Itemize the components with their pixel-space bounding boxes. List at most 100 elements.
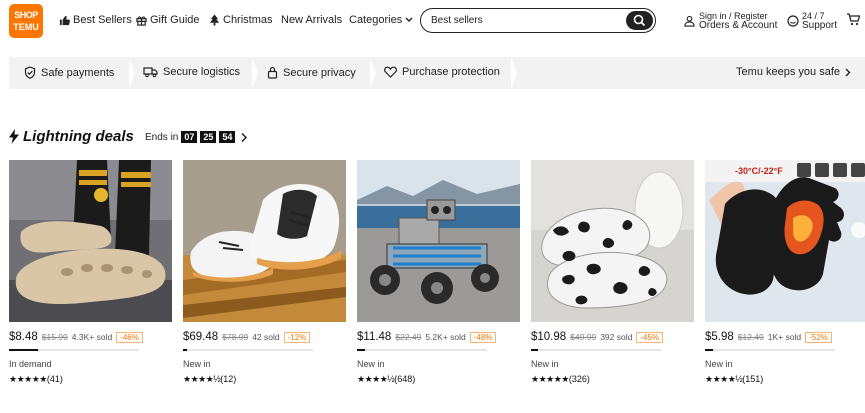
nav-best-sellers[interactable]: Best Sellers (59, 14, 132, 26)
tree-icon (209, 14, 220, 26)
review-count: (326) (568, 374, 590, 384)
discount-badge: -45% (636, 331, 664, 343)
rating: ★★★★½(12) (183, 374, 236, 385)
chevron-right-icon[interactable] (240, 132, 248, 143)
progress-fill (705, 349, 713, 351)
nav-label: Categories (349, 14, 403, 26)
temu-logo[interactable]: SHOP TEMU (9, 4, 43, 38)
original-price: $49.99 (570, 332, 597, 342)
gift-icon (136, 15, 147, 26)
nav-label: Best Sellers (73, 14, 132, 26)
price-row: $5.98 $12.49 1K+ sold -52% (705, 331, 865, 343)
logo-text: TEMU (13, 22, 39, 32)
discount-badge: -48% (469, 331, 497, 343)
product-price: $11.48 (357, 331, 392, 343)
top-bar: SHOP TEMU Best Sellers Gift Guide Christ… (0, 0, 865, 42)
product-image[interactable] (183, 160, 346, 322)
trust-secure-privacy[interactable]: Secure privacy (267, 66, 356, 79)
rating: ★★★★★(41) (9, 374, 63, 385)
truck-icon (143, 67, 158, 78)
lightning-deals-title[interactable]: Lightning deals (9, 128, 134, 145)
review-count: (151) (742, 374, 764, 384)
product-image[interactable] (357, 160, 520, 322)
trust-divider (129, 57, 135, 89)
nav-label: New Arrivals (281, 14, 343, 26)
discount-badge: -12% (283, 331, 311, 343)
product-price: $10.98 (531, 331, 567, 343)
product-image[interactable]: -30°C/-22°F (705, 160, 865, 322)
sold-count: 5.2K+ sold (425, 332, 466, 342)
thumbs-up-icon (59, 15, 70, 25)
product-tag: New in (705, 359, 733, 369)
sold-count: 42 sold (252, 332, 280, 342)
product-image[interactable] (531, 160, 694, 322)
ends-label: Ends in (145, 131, 179, 143)
progress-fill (9, 349, 38, 351)
product-tag: In demand (9, 359, 52, 369)
discount-badge: -52% (805, 331, 832, 343)
temperature-label: -30°C/-22°F (735, 166, 783, 176)
trust-bar: Safe payments Secure logistics Secure pr… (9, 57, 865, 89)
lock-icon (267, 66, 278, 79)
star-rating: ★★★★★ (531, 374, 569, 384)
nav-label: Gift Guide (150, 14, 200, 26)
logo-line1: SHOP (14, 10, 38, 20)
sold-count: 1K+ sold (767, 332, 802, 342)
product-price: $8.48 (9, 331, 38, 343)
trust-label: Secure logistics (163, 66, 241, 78)
review-count: (41) (46, 374, 63, 384)
progress-fill (531, 349, 538, 351)
product-tag: New in (531, 359, 559, 369)
lightning-icon (9, 129, 19, 144)
support-label: Support (802, 20, 838, 31)
rating: ★★★★½(648) (357, 374, 415, 385)
nav-categories[interactable]: Categories (349, 14, 413, 26)
deals-title-text: Lightning deals (23, 128, 134, 145)
trust-label: Secure privacy (283, 66, 356, 79)
orders-label: Orders & Account (699, 20, 778, 31)
trust-divider (370, 57, 376, 89)
progress-bar (531, 349, 661, 351)
cart-button[interactable] (846, 12, 861, 31)
user-icon (684, 15, 695, 27)
search-button[interactable] (626, 10, 653, 30)
temu-keeps-safe-link[interactable]: Temu keeps you safe (736, 66, 851, 78)
review-count: (12) (220, 374, 237, 384)
product-price: $69.48 (183, 331, 219, 343)
trust-purchase-protection[interactable]: Purchase protection (384, 66, 500, 78)
price-row: $69.48 $78.99 42 sold -12% (183, 331, 353, 343)
trust-divider (252, 57, 258, 89)
progress-fill (183, 349, 187, 351)
nav-new-arrivals[interactable]: New Arrivals (281, 14, 342, 26)
trust-secure-logistics[interactable]: Secure logistics (143, 66, 240, 78)
star-rating: ★★★★½ (183, 374, 221, 384)
chevron-right-icon (845, 68, 851, 76)
nav-christmas[interactable]: Christmas (209, 14, 273, 26)
price-row: $8.48 $15.99 4.3K+ sold -46% (9, 331, 179, 343)
sold-count: 4.3K+ sold (71, 332, 113, 342)
trust-divider (511, 57, 517, 89)
discount-badge: -46% (116, 331, 143, 343)
search-icon (633, 14, 646, 26)
original-price: $15.99 (41, 332, 68, 342)
star-rating: ★★★★½ (705, 374, 743, 384)
progress-fill (357, 349, 365, 351)
cart-icon (847, 13, 861, 26)
search-box (420, 8, 656, 33)
rating: ★★★★½(151) (705, 374, 763, 385)
account-link[interactable]: Sign in / Register Orders & Account (684, 11, 777, 31)
product-tag: New in (357, 359, 385, 369)
price-row: $11.48 $22.49 5.2K+ sold -48% (357, 331, 527, 343)
heart-shield-icon (384, 66, 397, 78)
nav-gift-guide[interactable]: Gift Guide (136, 14, 200, 26)
countdown-seconds: 54 (219, 131, 236, 143)
original-price: $12.49 (737, 332, 764, 342)
support-link[interactable]: 24 / 7 Support (787, 11, 837, 31)
trust-safe-payments[interactable]: Safe payments (24, 66, 114, 79)
progress-bar (183, 349, 313, 351)
search-input[interactable] (431, 13, 621, 28)
product-tag: New in (183, 359, 211, 369)
original-price: $22.49 (395, 332, 422, 342)
product-image[interactable] (9, 160, 172, 322)
trust-label: Purchase protection (402, 66, 500, 78)
